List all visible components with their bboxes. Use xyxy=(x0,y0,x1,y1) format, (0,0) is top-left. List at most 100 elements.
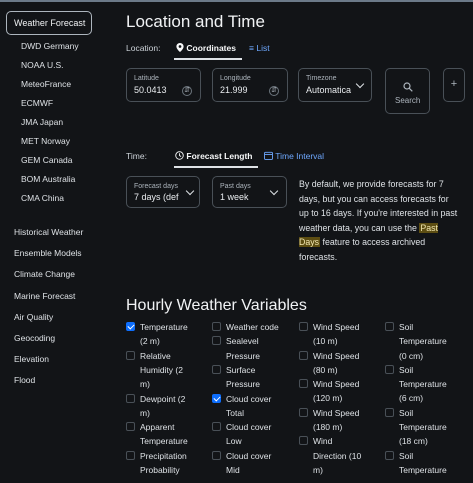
variable-label[interactable]: Wind Speed (120 m) xyxy=(313,377,359,406)
timezone-value: Automatica xyxy=(306,85,352,95)
forecast-info-text: By default, we provide forecasts for 7 d… xyxy=(299,177,459,264)
sidebar-provider-jma[interactable]: JMA Japan xyxy=(21,117,63,127)
variable-label[interactable]: Soil Temperature (0 cm) xyxy=(399,320,447,363)
variable-checkbox[interactable] xyxy=(212,450,221,460)
tab-time-interval[interactable]: Time Interval xyxy=(264,151,324,161)
sidebar-item-air-quality[interactable]: Air Quality xyxy=(14,312,53,322)
add-location-button[interactable]: + xyxy=(443,68,465,102)
variable-label[interactable]: Wind Speed (180 m) xyxy=(313,406,359,435)
tab-list-label: List xyxy=(256,43,270,53)
variable-checkbox[interactable] xyxy=(212,364,221,374)
hourly-variables-title: Hourly Weather Variables xyxy=(126,297,307,314)
pin-icon xyxy=(176,43,184,52)
variable-label[interactable]: Soil Temperature (18 cm) xyxy=(399,406,447,449)
variable-label[interactable]: Soil Temperature xyxy=(399,449,447,478)
sidebar-item-historical-weather[interactable]: Historical Weather xyxy=(14,227,83,237)
past-days-label: Past days xyxy=(220,183,251,190)
variable-checkbox[interactable] xyxy=(212,393,221,403)
location-label: Location: xyxy=(126,43,161,53)
tab-time-interval-label: Time Interval xyxy=(275,151,325,161)
variable-label[interactable]: Sealevel Pressure xyxy=(226,334,260,363)
page-title: Location and Time xyxy=(126,12,265,31)
chevron-down-icon xyxy=(355,79,365,89)
latitude-field[interactable]: Latitude 50.0413 ⇵ xyxy=(126,68,201,102)
longitude-stepper-icon[interactable]: ⇵ xyxy=(269,86,279,96)
variable-label[interactable]: Dewpoint (2 m) xyxy=(140,392,185,421)
timezone-select[interactable]: Timezone Automatica xyxy=(298,68,372,102)
variable-checkbox[interactable] xyxy=(385,450,394,460)
variable-checkbox[interactable] xyxy=(126,422,135,432)
variable-checkbox[interactable] xyxy=(299,350,308,360)
sidebar-provider-noaa[interactable]: NOAA U.S. xyxy=(21,60,64,70)
forecast-days-select[interactable]: Forecast days 7 days (def xyxy=(126,176,200,208)
variable-checkbox[interactable] xyxy=(126,322,135,331)
variable-checkbox[interactable] xyxy=(299,407,308,417)
sidebar-item-ensemble-models[interactable]: Ensemble Models xyxy=(14,248,82,258)
sidebar-provider-ecmwf[interactable]: ECMWF xyxy=(21,98,53,108)
latitude-label: Latitude xyxy=(134,75,159,82)
tab-coordinates-label: Coordinates xyxy=(186,43,236,53)
variable-checkbox[interactable] xyxy=(126,350,135,360)
sidebar-item-flood[interactable]: Flood xyxy=(14,375,35,385)
sidebar-provider-met-norway[interactable]: MET Norway xyxy=(21,136,70,146)
longitude-label: Longitude xyxy=(220,75,251,82)
variable-checkbox[interactable] xyxy=(385,407,394,417)
variable-checkbox[interactable] xyxy=(299,379,308,389)
sidebar-provider-meteofrance[interactable]: MeteoFrance xyxy=(21,79,71,89)
sidebar-item-marine-forecast[interactable]: Marine Forecast xyxy=(14,291,75,301)
sidebar-item-elevation[interactable]: Elevation xyxy=(14,354,49,364)
variable-label[interactable]: Surface Pressure xyxy=(226,363,260,392)
search-button[interactable]: Search xyxy=(385,68,430,114)
sidebar-provider-dwd[interactable]: DWD Germany xyxy=(21,41,79,51)
longitude-field[interactable]: Longitude 21.999 ⇵ xyxy=(212,68,288,102)
clock-icon xyxy=(175,151,184,160)
variable-checkbox[interactable] xyxy=(126,450,135,460)
variable-label[interactable]: Cloud cover Total xyxy=(226,392,271,421)
tab-forecast-length-label: Forecast Length xyxy=(186,151,253,161)
variable-checkbox[interactable] xyxy=(385,322,394,331)
chevron-down-icon xyxy=(269,186,279,196)
top-border xyxy=(0,0,473,2)
sidebar-item-climate-change[interactable]: Climate Change xyxy=(14,269,75,279)
variable-checkbox[interactable] xyxy=(126,393,135,403)
variable-label[interactable]: Cloud cover Low xyxy=(226,420,271,449)
forecast-days-value: 7 days (def xyxy=(134,192,179,202)
variable-label[interactable]: Apparent Temperature xyxy=(140,420,188,449)
variable-label[interactable]: Cloud cover Mid xyxy=(226,449,271,478)
past-days-value: 1 week xyxy=(220,192,249,202)
calendar-icon xyxy=(264,151,273,160)
search-button-label: Search xyxy=(395,96,421,105)
tab-coordinates-underline xyxy=(174,58,242,60)
latitude-value[interactable]: 50.0413 xyxy=(134,85,167,95)
variable-checkbox[interactable] xyxy=(212,336,221,346)
past-days-select[interactable]: Past days 1 week xyxy=(212,176,287,208)
variable-label[interactable]: Wind Speed (80 m) xyxy=(313,349,359,378)
variable-label[interactable]: Relative Humidity (2 m) xyxy=(140,349,183,392)
tab-forecast-length[interactable]: Forecast Length xyxy=(175,151,253,161)
variable-checkbox[interactable] xyxy=(299,322,308,331)
variable-checkbox[interactable] xyxy=(299,436,308,446)
timezone-label: Timezone xyxy=(306,75,337,82)
variable-checkbox[interactable] xyxy=(385,364,394,374)
variable-label[interactable]: Wind Speed (10 m) xyxy=(313,320,359,349)
tab-list[interactable]: ≡ List xyxy=(249,43,270,53)
variable-label[interactable]: Temperature (2 m) xyxy=(140,320,188,349)
sidebar-item-geocoding[interactable]: Geocoding xyxy=(14,333,55,343)
tab-forecast-length-underline xyxy=(174,166,258,168)
variable-checkbox[interactable] xyxy=(212,322,221,331)
variable-label[interactable]: Weather code xyxy=(226,320,279,334)
time-label: Time: xyxy=(126,151,147,161)
sidebar-item-weather-forecast[interactable]: Weather Forecast xyxy=(6,11,92,35)
search-icon xyxy=(403,82,413,92)
latitude-stepper-icon[interactable]: ⇵ xyxy=(182,86,192,96)
variable-label[interactable]: Precipitation Probability xyxy=(140,449,187,478)
longitude-value[interactable]: 21.999 xyxy=(220,85,248,95)
list-icon: ≡ xyxy=(249,43,254,53)
tab-coordinates[interactable]: Coordinates xyxy=(176,43,236,53)
sidebar-provider-gem[interactable]: GEM Canada xyxy=(21,155,73,165)
variable-label[interactable]: Soil Temperature (6 cm) xyxy=(399,363,447,406)
sidebar-provider-bom[interactable]: BOM Australia xyxy=(21,174,75,184)
variable-checkbox[interactable] xyxy=(212,422,221,432)
sidebar-provider-cma[interactable]: CMA China xyxy=(21,193,64,203)
variable-label[interactable]: Wind Direction (10 m) xyxy=(313,434,361,477)
